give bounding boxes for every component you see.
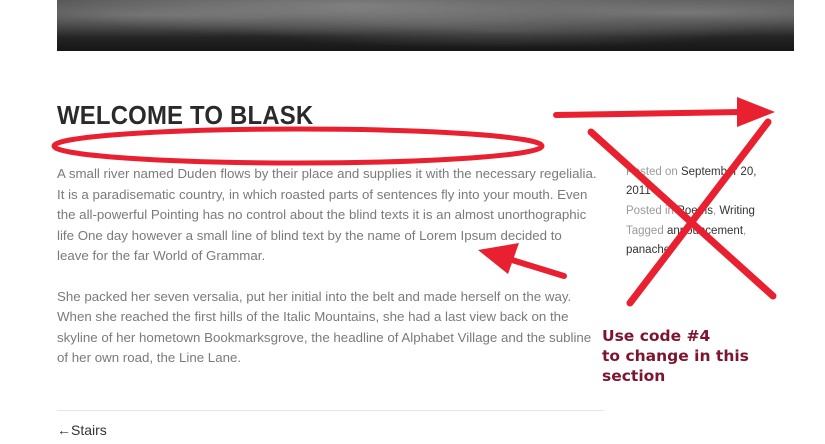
category-link-writing[interactable]: Writing	[719, 205, 755, 217]
arrow-right-shaft	[553, 109, 745, 118]
post-divider	[57, 410, 604, 411]
arrow-right-head	[737, 97, 775, 127]
annotation-note-line-1: Use code #4	[602, 327, 711, 345]
annotation-note-line-2: to change in this	[602, 347, 749, 365]
tag-link-announcement[interactable]: announcement	[667, 225, 743, 237]
posted-on-row: Posted on September 20, 2011	[626, 163, 776, 201]
tagged-row: Tagged announcement, panache	[626, 222, 776, 260]
category-link-poems[interactable]: Poems	[677, 205, 713, 217]
tag-link-panache[interactable]: panache	[626, 244, 670, 256]
post-content: A small river named Duden flows by their…	[57, 164, 597, 389]
highlight-ellipse	[51, 126, 545, 166]
tag-separator: ,	[743, 225, 747, 237]
annotation-note-line-3: section	[602, 367, 666, 385]
arrow-left-icon: ←	[57, 422, 71, 438]
post-meta: Posted on September 20, 2011 Posted in P…	[626, 163, 776, 261]
post-paragraph-2: She packed her seven versalia, put her i…	[57, 288, 592, 366]
previous-post-label: Stairs	[71, 422, 107, 438]
post-title: WELCOME TO BLASK	[57, 100, 314, 130]
annotation-note: Use code #4 to change in this section	[602, 326, 749, 386]
page: WELCOME TO BLASK A small river named Dud…	[0, 0, 825, 444]
header-image	[57, 0, 794, 51]
posted-in-label: Posted in	[626, 205, 678, 217]
previous-post-link[interactable]: ←Stairs	[57, 422, 107, 438]
tagged-label: Tagged	[626, 225, 667, 237]
post-paragraph-1: A small river named Duden flows by their…	[57, 166, 597, 263]
posted-in-row: Posted in Poems, Writing	[626, 202, 776, 221]
posted-on-label: Posted on	[626, 166, 681, 178]
